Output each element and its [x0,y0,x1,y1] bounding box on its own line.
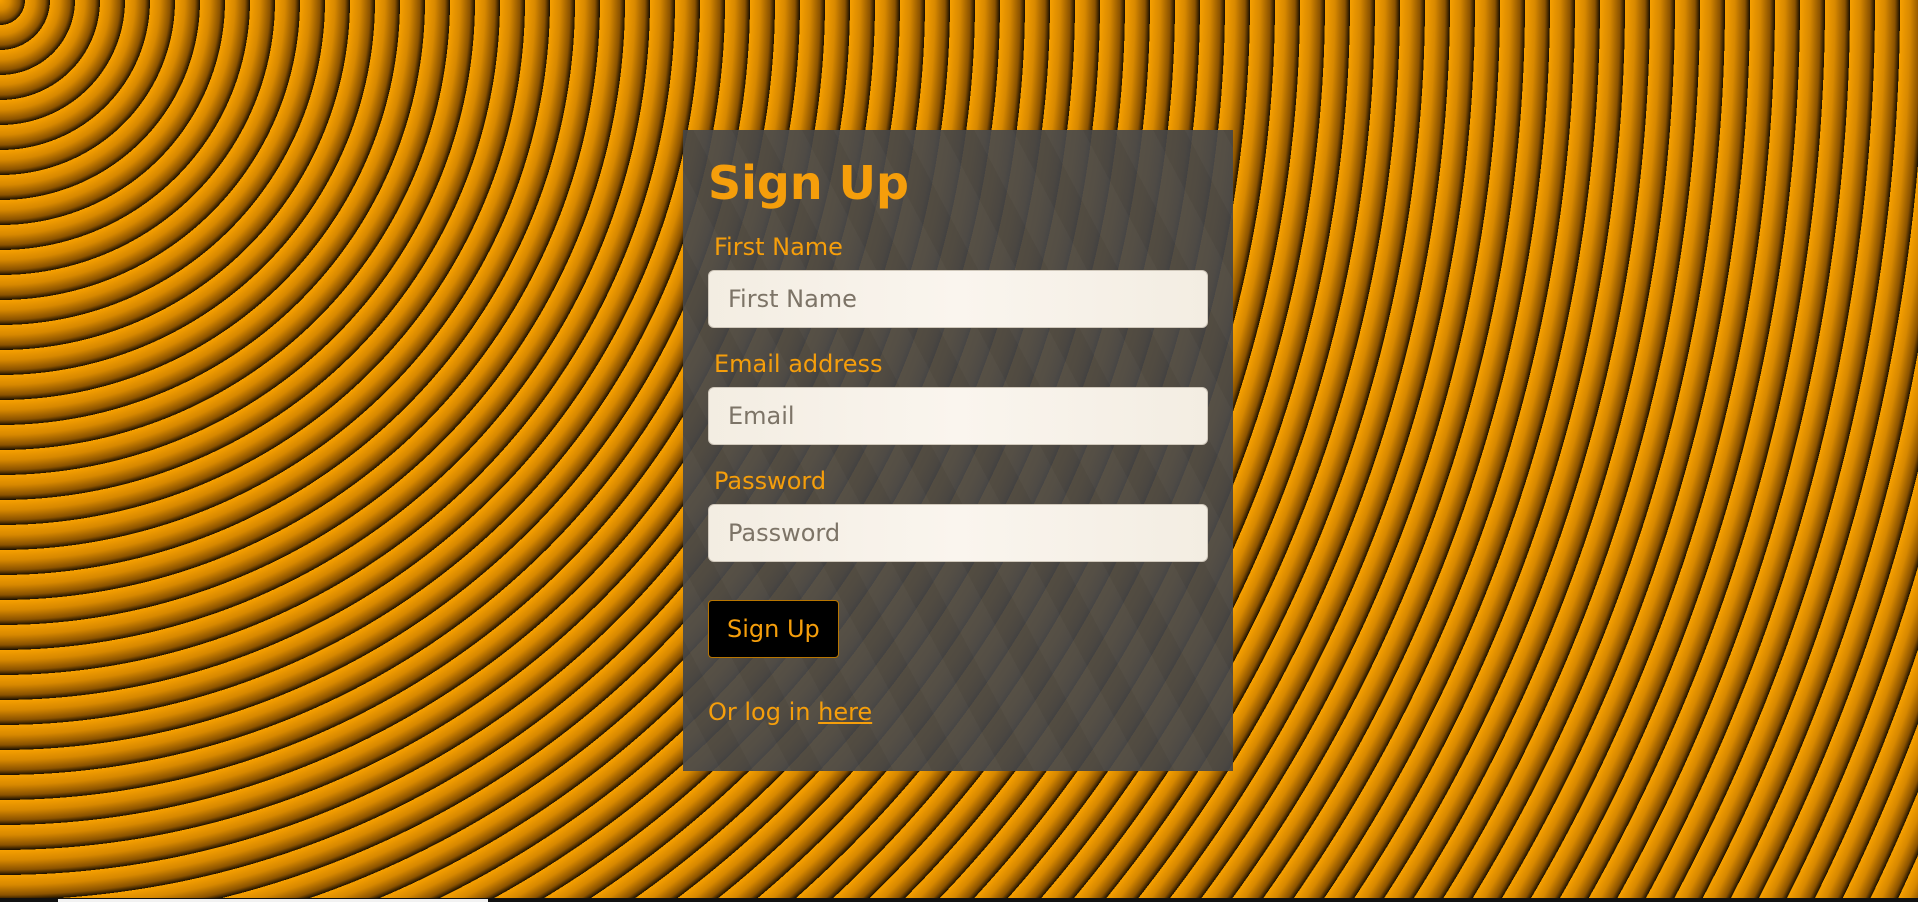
first-name-label: First Name [714,233,843,262]
first-name-input[interactable] [708,269,1208,328]
login-link[interactable]: here [818,698,872,726]
login-prompt-text: Or log in [708,697,819,726]
password-label: Password [714,466,827,495]
signup-button[interactable]: Sign Up [708,599,839,658]
email-label: Email address [714,349,883,378]
bottom-strip [0,898,1918,902]
signup-card: Sign Up First Name Email address Passwor… [683,130,1233,771]
login-prompt: Or log in here [708,698,1208,726]
email-input[interactable] [708,386,1208,445]
page-title: Sign Up [708,156,909,210]
password-input[interactable] [708,503,1208,562]
